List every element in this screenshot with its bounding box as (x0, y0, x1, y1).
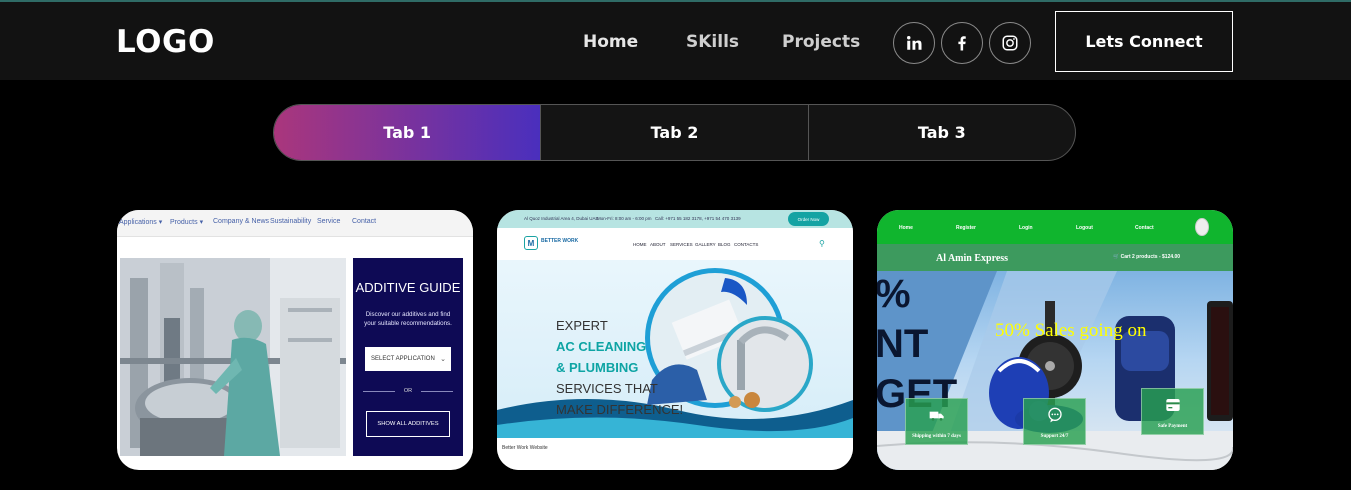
topbar-phone: Call: +971 55 182 3178, +971 54 470 3139 (655, 216, 741, 221)
linkedin-icon (907, 36, 922, 50)
payment-badge: Safe Payment (1141, 388, 1204, 435)
card-site-navbar: M BETTER WORK HOME ABOUT SERVICES GALLER… (497, 228, 853, 260)
tab-3[interactable]: Tab 3 (807, 105, 1075, 160)
instagram-button[interactable] (989, 22, 1031, 64)
additive-guide-panel: ADDITIVE GUIDE Discover our additives an… (353, 258, 463, 456)
card-nav-item: Applications ▾ (119, 219, 163, 226)
site-logo-icon: M (524, 236, 538, 250)
card-site-navbar: Applications ▾ Products ▾ Company & News… (117, 210, 473, 237)
headline-line: & PLUMBING (556, 360, 639, 375)
linkedin-button[interactable] (893, 22, 935, 64)
svg-text:NT: NT (877, 322, 928, 366)
order-now-button: Order Now (788, 212, 829, 226)
headline-line: MAKE DIFFERENCE! (556, 402, 684, 417)
card-caption: Better Work Website (502, 445, 548, 451)
support-badge: Support 24/7 (1023, 398, 1086, 445)
nav-link-home[interactable]: Home (583, 32, 638, 52)
card-site-navbar: Home Register Login Logout Contact (877, 210, 1233, 244)
truck-icon (929, 411, 944, 421)
facebook-button[interactable] (941, 22, 983, 64)
card-payment-icon (1166, 399, 1180, 411)
navbar: LOGO Home SKills Projects Lets Connect (0, 2, 1351, 80)
topbar-address: Al Quoz Industrial Area 4, Dubai UAE (524, 216, 599, 221)
select-label: SELECT APPLICATION (371, 356, 435, 362)
sale-banner-text: 50% Sales going on (995, 320, 1147, 341)
card-nav-item: Home (899, 225, 913, 231)
project-tabs: Tab 1 Tab 2 Tab 3 (273, 104, 1076, 161)
site-brand: BETTER WORK (541, 238, 579, 244)
panel-description: Discover our additives and find your sui… (364, 311, 452, 327)
card-site-topbar: Al Quoz Industrial Area 4, Dubai UAE Mon… (497, 210, 853, 228)
card-nav-item: BLOG (718, 242, 731, 247)
card-nav-item: CONTACTS (734, 242, 759, 247)
card-nav-item: Service (317, 218, 341, 225)
card-nav-item: ABOUT (650, 242, 666, 247)
shipping-badge: Shipping within 7 days (905, 398, 968, 445)
search-icon: ⚲ (819, 239, 825, 248)
card-nav-item: HOME (633, 242, 647, 247)
select-application-dropdown[interactable]: SELECT APPLICATION ⌄ (365, 347, 451, 371)
project-card-al-amin-express[interactable]: Home Register Login Logout Contact Al Am… (877, 210, 1233, 470)
logo[interactable]: LOGO (116, 24, 215, 60)
badge-label: Support 24/7 (1040, 434, 1069, 439)
cart-text: Cart 2 products - $124.00 (1120, 254, 1181, 260)
nav-link-projects[interactable]: Projects (782, 32, 860, 52)
card-nav-item: Company & News (213, 218, 270, 225)
cart-summary: 🛒 Cart 2 products - $124.00 (1113, 254, 1181, 260)
lab-photo (120, 258, 346, 456)
headline-line: AC CLEANING (556, 339, 647, 354)
card-nav-item: Contact (352, 218, 377, 225)
project-card-better-work[interactable]: Al Quoz Industrial Area 4, Dubai UAE Mon… (497, 210, 853, 470)
card-nav-item: Contact (1135, 225, 1154, 231)
chevron-down-icon: ⌄ (440, 356, 446, 363)
card-nav-item: Products ▾ (170, 219, 204, 226)
instagram-icon (1002, 35, 1018, 51)
card-nav-item: Sustainability (270, 218, 312, 225)
badge-label: Safe Payment (1157, 424, 1188, 429)
card-nav-item: Login (1019, 225, 1033, 231)
nav-link-skills[interactable]: SKills (686, 32, 739, 52)
card-caption-bar: Better Work Website (497, 438, 853, 470)
card-nav-item: Register (956, 225, 977, 231)
show-all-additives-button[interactable]: SHOW ALL ADDITIVES (366, 411, 450, 437)
topbar-hours: Mon-Fri: 8:00 am - 6:00 pm (597, 216, 652, 221)
lets-connect-button[interactable]: Lets Connect (1055, 11, 1233, 72)
chat-icon (1048, 407, 1062, 423)
tab-1[interactable]: Tab 1 (274, 105, 541, 160)
svg-text:%: % (877, 272, 911, 316)
card-nav-item: SERVICES (670, 242, 693, 247)
headline-line: SERVICES THAT (556, 381, 658, 396)
panel-title: ADDITIVE GUIDE (355, 280, 461, 295)
tab-2[interactable]: Tab 2 (540, 105, 807, 160)
avatar (1195, 218, 1209, 236)
store-brand: Al Amin Express (936, 253, 1009, 264)
project-card-additives[interactable]: Applications ▾ Products ▾ Company & News… (117, 210, 473, 470)
headline-line: EXPERT (556, 318, 608, 333)
hero-banner: EXPERT AC CLEANING & PLUMBING SERVICES T… (497, 260, 853, 438)
badge-label: Shipping within 7 days (912, 434, 961, 439)
or-divider: OR (363, 388, 453, 394)
card-nav-item: Logout (1076, 225, 1093, 231)
card-nav-item: GALLERY (695, 242, 716, 247)
facebook-icon (958, 36, 966, 51)
